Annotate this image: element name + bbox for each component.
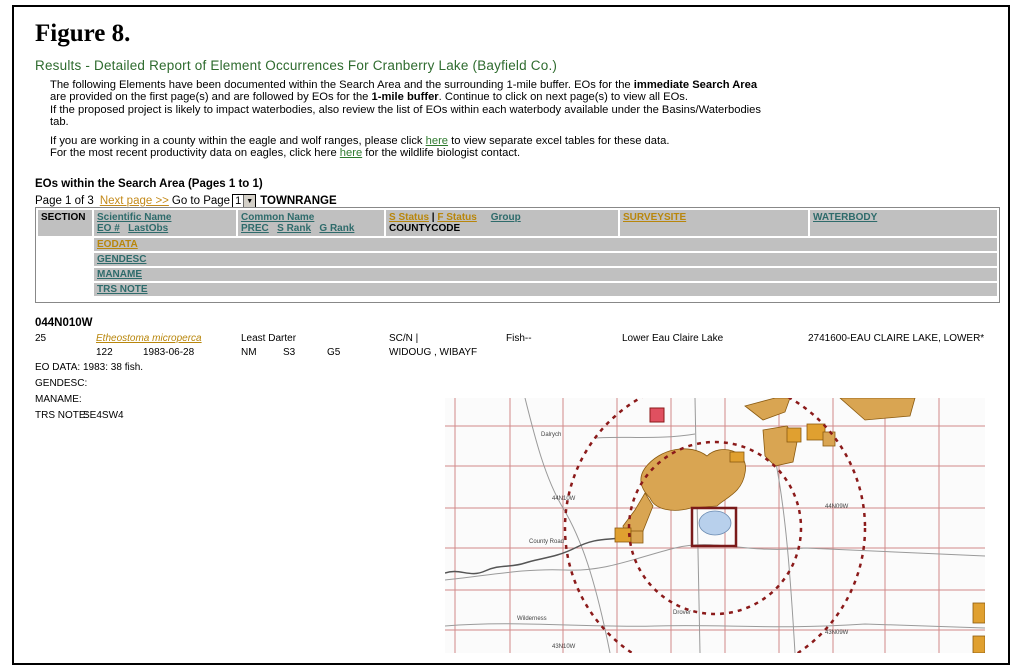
eagle-wolf-link[interactable]: here [426,135,448,147]
eos-heading: EOs within the Search Area (Pages 1 to 1… [35,178,263,190]
record-surveysite: Lower Eau Claire Lake [622,333,724,344]
header-trs-note-row: TRS NOTE [94,283,997,296]
header-surveysite-cell: SURVEYSITE [620,210,808,236]
sort-trs-note[interactable]: TRS NOTE [97,284,148,295]
sort-group[interactable]: Group [491,212,521,223]
sort-sci-name[interactable]: Scientific Name [97,212,171,223]
sort-eo-num[interactable]: EO # [97,223,120,234]
header-sci-cell: Scientific Name EO # LastObs [94,210,236,236]
header-eodata-row: EODATA [94,238,997,251]
sort-prec[interactable]: PREC [241,223,269,234]
record-waterbody: 2741600-EAU CLAIRE LAKE, LOWER* [808,333,985,344]
sort-surveysite[interactable]: SURVEYSITE [623,212,686,223]
intro-paragraph-3: If the proposed project is likely to imp… [50,104,761,116]
road-label-drover: Drover [673,610,691,616]
township-label-43n09w: 43N09W [825,630,849,636]
township-label-44n10w: 44N10W [552,496,576,502]
header-status-cell: S Status | F Status Group COUNTYCODE [386,210,618,236]
maname-label: MANAME: [35,394,82,405]
record-sci-name[interactable]: Etheostoma microperca [96,333,202,344]
township-label-43n10w: 43N10W [552,644,576,650]
header-section: SECTION [38,210,92,236]
record-last-obs: 1983-06-28 [143,347,195,358]
trs-note-value: SE4SW4 [83,410,124,421]
sort-last-obs[interactable]: LastObs [128,223,168,234]
intro-paragraph-3-cont: tab. [50,116,69,128]
record-countycode: WIDOUG , WIBAYF [389,347,478,358]
sort-f-status[interactable]: F Status [437,212,476,223]
intro-paragraph-5: For the most recent productivity data on… [50,147,521,159]
eodata-value: 1983: 38 fish. [83,362,144,373]
gendesc-label: GENDESC: [35,378,88,389]
record-section: 25 [35,333,47,344]
sort-common-name[interactable]: Common Name [241,212,314,223]
header-countycode: COUNTYCODE [389,223,461,234]
record-g-rank: G5 [327,347,341,358]
record-group: Fish-- [506,333,532,344]
road-label-dalrych: Dalrych [541,432,561,438]
pager: Page 1 of 3 Next page >> Go to Page 1 ▼ … [35,194,337,208]
sort-maname[interactable]: MANAME [97,269,142,280]
chevron-down-icon[interactable]: ▼ [243,195,256,207]
map-svg: 44N10W 44N09W 43N10W 43N09W County Road … [445,398,985,653]
page-count: Page 1 of 3 [35,195,94,207]
goto-label: Go to Page [171,195,231,207]
cranberry-lake [698,510,732,536]
biologist-contact-link[interactable]: here [340,147,362,159]
header-maname-row: MANAME [94,268,997,281]
page-select[interactable]: 1 ▼ [232,194,257,208]
results-header-table: SECTION Scientific Name EO # LastObs Com… [35,207,1000,303]
header-waterbody-cell: WATERBODY [810,210,997,236]
trs-note-label: TRS NOTE: [35,410,89,421]
townrange-code: 044N010W [35,317,93,329]
record-prec: NM [241,347,257,358]
record-common-name: Least Darter [241,333,297,344]
location-map: 44N10W 44N09W 43N10W 43N09W County Road … [445,398,985,653]
sort-eodata[interactable]: EODATA [97,239,138,250]
page-select-value: 1 [235,195,242,207]
eodata-label: EO DATA: [35,362,81,373]
record-s-rank: S3 [283,347,296,358]
sort-waterbody[interactable]: WATERBODY [813,212,877,223]
results-title: Results - Detailed Report of Element Occ… [35,58,558,73]
site-marker [649,407,665,423]
townrange-header: TOWNRANGE [260,195,337,207]
road-label-county: County Road [529,539,564,545]
intro-paragraph-2: are provided on the first page(s) and ar… [50,91,689,103]
township-label-44n09w: 44N09W [825,504,849,510]
header-common-cell: Common Name PREC S Rank G Rank [238,210,384,236]
intro-paragraph-4: If you are working in a county within th… [50,135,670,147]
intro-paragraph-1: The following Elements have been documen… [50,79,758,91]
sort-g-rank[interactable]: G Rank [319,223,354,234]
sort-gendesc[interactable]: GENDESC [97,254,146,265]
road-label-wilderness: Wilderness [517,616,547,622]
sort-s-rank[interactable]: S Rank [277,223,311,234]
header-gendesc-row: GENDESC [94,253,997,266]
figure-title: Figure 8. [35,20,131,47]
record-eo-num: 122 [96,347,113,358]
sort-s-status[interactable]: S Status [389,212,429,223]
record-status: SC/N | [389,333,419,344]
next-page-link[interactable]: Next page >> [100,195,169,207]
